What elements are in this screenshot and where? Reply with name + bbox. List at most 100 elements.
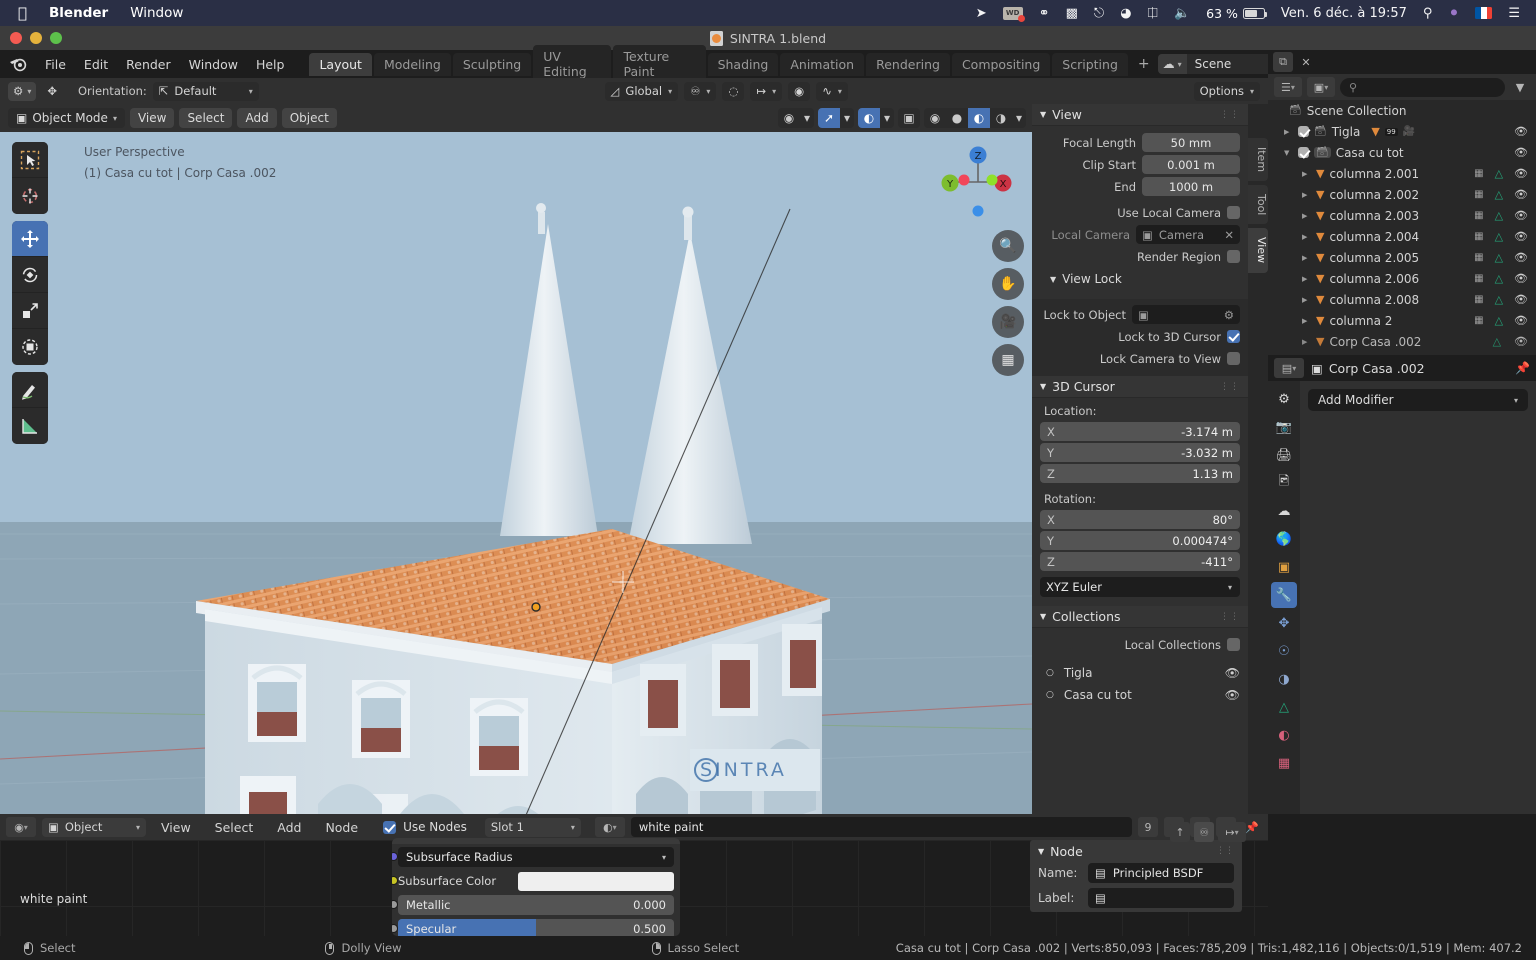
cursor-location-x[interactable]: X -3.174 m [1040, 422, 1240, 441]
eye-icon[interactable]: 👁 [1514, 230, 1528, 243]
chevron-right-icon[interactable]: ▶ [1284, 128, 1293, 136]
menu-edit[interactable]: Edit [75, 54, 117, 75]
xray-toggle[interactable]: ▣ [898, 108, 920, 128]
cursor-rotation-z[interactable]: Z -411° [1040, 552, 1240, 571]
mesh-data-icon[interactable]: △ [1495, 188, 1503, 201]
lock-to-cursor-checkbox[interactable] [1227, 330, 1240, 343]
mesh-data-icon[interactable]: △ [1495, 293, 1503, 306]
camera-view-icon[interactable]: 🎥 [992, 306, 1024, 338]
add-workspace-button[interactable]: + [1130, 52, 1158, 76]
proportional-edit-object-toggle[interactable]: ◉ [788, 81, 811, 101]
snap-dropdown[interactable]: ♾ ▾ [684, 81, 717, 101]
zoom-icon[interactable]: 🔍 [992, 230, 1024, 262]
tab-layout[interactable]: Layout [309, 52, 372, 76]
node-row-subsurface-color[interactable]: Subsurface Color [392, 870, 674, 892]
tab-scripting[interactable]: Scripting [1052, 52, 1128, 76]
use-nodes-checkbox[interactable] [383, 820, 397, 834]
texture-icon[interactable]: ▦ [1271, 750, 1297, 776]
node-snap-mode-dropdown[interactable]: ↦ ▾ [1218, 822, 1246, 842]
modifier-icon[interactable]: ▦ [1474, 210, 1483, 221]
node-label-field[interactable]: ▤ [1088, 888, 1234, 908]
chevron-right-icon[interactable]: ▶ [1302, 170, 1311, 178]
outliner-row-mesh[interactable]: ▶ ▼ columna 2.003 ▦ △ 👁 [1268, 205, 1536, 226]
overlay-toggle-group[interactable]: ◐ ▾ [858, 108, 894, 128]
eye-icon[interactable]: 👁 [1514, 272, 1528, 285]
tab-compositing[interactable]: Compositing [951, 52, 1051, 76]
use-local-camera-checkbox[interactable] [1227, 206, 1240, 219]
transform-pivot-icon[interactable]: ⚙ ▾ [8, 81, 37, 101]
modifier-icon[interactable]: ▦ [1474, 231, 1483, 242]
outliner-row-mesh[interactable]: ▶ ▼ columna 2.006 ▦ △ 👁 [1268, 268, 1536, 289]
mesh-data-icon[interactable]: △ [1495, 314, 1503, 327]
mesh-data-icon[interactable]: △ [1495, 209, 1503, 222]
mesh-data-icon[interactable]: ▼ [1371, 125, 1379, 138]
chevron-down-icon[interactable]: ▾ [880, 108, 894, 128]
outliner-search-input[interactable]: ⚲ [1340, 77, 1505, 97]
view-lock-header[interactable]: ▼ View Lock [1050, 272, 1240, 286]
solid-icon[interactable]: ● [946, 108, 968, 128]
siri-icon[interactable]: ⚫ [1448, 6, 1459, 21]
gizmo-icon[interactable]: ➚ [818, 108, 840, 128]
menu-file[interactable]: File [36, 54, 75, 75]
tab-sculpting[interactable]: Sculpting [452, 52, 532, 76]
menubar-clock[interactable]: Ven. 6 déc. à 19:57 [1281, 6, 1407, 21]
shader-type-dropdown[interactable]: ▣ Object ▾ [42, 817, 146, 837]
xray-icon[interactable]: ▣ [898, 108, 920, 128]
outliner-row-tigla[interactable]: ▶ 🗃 Tigla ▼ 99 🎥 👁 [1268, 121, 1536, 142]
eyedropper-icon[interactable]: ⚙ [1224, 308, 1234, 322]
material-name-field[interactable]: white paint [630, 817, 1132, 837]
cursor-location-y[interactable]: Y -3.032 m [1040, 443, 1240, 462]
mesh-data-icon[interactable]: △ [1493, 335, 1501, 348]
collection-checkbox[interactable] [1298, 126, 1309, 137]
collection-item-tigla[interactable]: ○ Tigla 👁 [1040, 662, 1240, 684]
bluetooth-icon[interactable]: ⎅ [1148, 6, 1158, 21]
wd-drive-icon[interactable]: WD [1002, 6, 1025, 22]
render-icon[interactable]: 📷 [1271, 414, 1297, 440]
chevron-right-icon[interactable]: ▶ [1302, 275, 1311, 283]
clip-start-field[interactable]: 0.001 m [1142, 155, 1240, 174]
copy-view-layer-icon[interactable]: ⧉ [1273, 52, 1293, 72]
modifier-icon[interactable]: ▦ [1474, 189, 1483, 200]
node-row-metallic[interactable]: Metallic 0.000 [392, 894, 674, 916]
material-slot-dropdown[interactable]: Slot 1 ▾ [484, 817, 581, 837]
battery-indicator[interactable]: 63 % [1206, 6, 1268, 21]
chevron-right-icon[interactable]: ▶ [1302, 233, 1311, 241]
rotation-mode-dropdown[interactable]: XYZ Euler ▾ [1040, 577, 1240, 597]
search-icon[interactable]: ⚲ [1423, 6, 1433, 21]
shader-menu-view[interactable]: View [152, 817, 200, 838]
volume-icon[interactable]: 🔈 [1174, 6, 1190, 21]
outliner-row-mesh[interactable]: ▶ ▼ columna 2.004 ▦ △ 👁 [1268, 226, 1536, 247]
tab-item[interactable]: Item [1248, 138, 1268, 182]
specular-slider[interactable]: Specular 0.500 [398, 919, 674, 936]
particles-icon[interactable]: ✥ [1271, 610, 1297, 636]
cursor-location-z[interactable]: Z 1.13 m [1040, 464, 1240, 483]
modifier-icon[interactable]: 🔧 [1271, 582, 1297, 608]
mesh-data-icon[interactable]: △ [1495, 167, 1503, 180]
object-icon[interactable]: ▣ [1271, 554, 1297, 580]
modifier-icon[interactable]: ▦ [1474, 315, 1483, 326]
mesh-data-icon[interactable]: △ [1495, 230, 1503, 243]
outliner-root-row[interactable]: 🗃 Scene Collection [1268, 100, 1536, 121]
location-arrow-icon[interactable]: ➤ [976, 6, 987, 21]
viewport-menu-view[interactable]: View [129, 108, 175, 128]
eye-icon[interactable]: 👁 [1514, 146, 1528, 159]
visibility-selector[interactable]: ◉ ▾ [778, 108, 814, 128]
menu-render[interactable]: Render [117, 54, 180, 75]
outliner-row-casa-cu-tot[interactable]: ▼ 🗃 Casa cu tot 👁 [1268, 142, 1536, 163]
metallic-slider[interactable]: Metallic 0.000 [398, 895, 674, 915]
proportional-editing-toggle[interactable]: ◌ [722, 81, 745, 101]
world-icon[interactable]: 🌎 [1271, 526, 1297, 552]
node-name-field[interactable]: ▤ Principled BSDF [1088, 863, 1234, 883]
falloff-dropdown[interactable]: ∿ ▾ [816, 81, 848, 101]
cursor-panel-header[interactable]: ▼ 3D Cursor ⋮⋮ [1032, 376, 1248, 398]
annotate-icon[interactable] [12, 372, 48, 408]
clip-end-field[interactable]: 1000 m [1142, 177, 1240, 196]
add-modifier-button[interactable]: Add Modifier ▾ [1308, 389, 1528, 411]
object-mode-dropdown[interactable]: ▣ Object Mode ▾ [8, 108, 125, 128]
lock-camera-checkbox[interactable] [1227, 352, 1240, 365]
pin-icon[interactable]: 📌 [1515, 361, 1530, 375]
outliner-row-mesh[interactable]: ▶ ▼ columna 2 ▦ △ 👁 [1268, 310, 1536, 331]
node-snap-magnet-icon[interactable]: ♾ [1194, 822, 1214, 842]
pan-hand-icon[interactable]: ✋ [992, 268, 1024, 300]
properties-editor-type-icon[interactable]: ▤ ▾ [1274, 358, 1304, 378]
